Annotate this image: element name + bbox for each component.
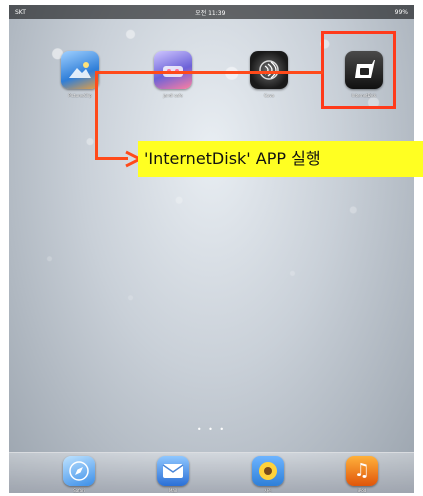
app-label: Cava xyxy=(263,93,275,98)
dock-app-safari[interactable]: Safari xyxy=(54,456,104,493)
speaker-icon xyxy=(250,51,288,89)
clock-label: 오전 11:39 xyxy=(195,9,226,17)
callout-label: 'InternetDisk' APP 실행 xyxy=(138,141,423,177)
dock-app-label: Mail xyxy=(168,488,178,493)
app-jandi[interactable]: jandi cafe xyxy=(148,51,198,98)
dock-app-label: iPod xyxy=(357,488,367,493)
music-note-icon: ♫ xyxy=(346,456,378,486)
app-cava[interactable]: Cava xyxy=(244,51,294,98)
page-indicator: • • • xyxy=(196,425,227,434)
highlight-box xyxy=(321,31,396,109)
dock-app-label: 사진 xyxy=(264,488,272,493)
app-label: jandi cafe xyxy=(163,93,183,98)
battery-label: 99% xyxy=(394,8,408,16)
dock-app-mail[interactable]: Mail xyxy=(148,456,198,493)
dock-app-ipod[interactable]: ♫ iPod xyxy=(337,456,387,493)
sunflower-icon xyxy=(252,456,284,486)
dock-app-photos[interactable]: 사진 xyxy=(243,456,293,493)
app-icon xyxy=(154,51,192,89)
dock: Safari Mail 사진 ♫ iPod xyxy=(9,452,414,493)
carrier-label: SKT xyxy=(15,8,26,16)
dock-app-label: Safari xyxy=(73,488,85,493)
screenshot-frame: SKT 오전 11:39 99% PicturesClip jandi cafe… xyxy=(0,0,423,496)
landscape-icon xyxy=(61,51,99,89)
arrow-line-top xyxy=(95,71,323,74)
arrow-line-vertical xyxy=(95,71,98,160)
compass-icon xyxy=(63,456,95,486)
envelope-icon xyxy=(157,456,189,486)
status-bar: SKT 오전 11:39 99% xyxy=(9,5,414,19)
